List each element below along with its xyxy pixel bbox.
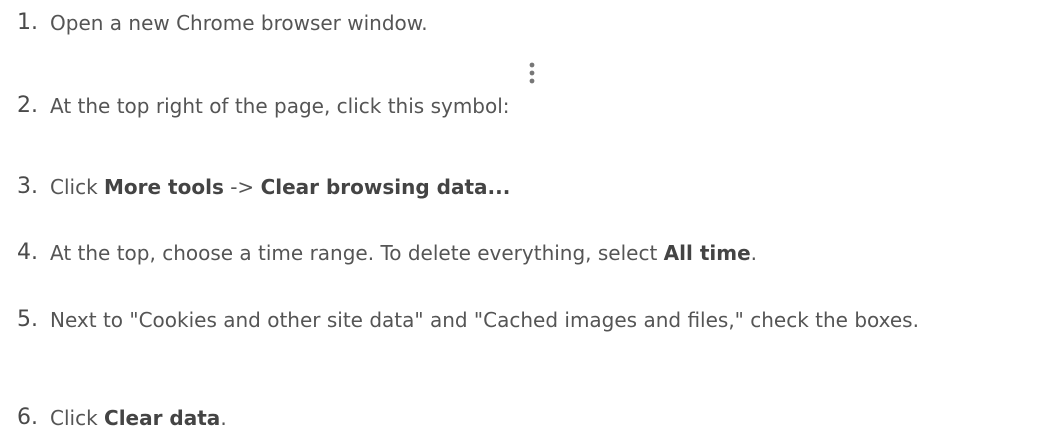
- text-segment: Next to "Cookies and other site data" an…: [50, 308, 919, 332]
- step-text: Open a new Chrome browser window.: [44, 8, 1062, 38]
- text-segment: At the top, choose a time range. To dele…: [50, 241, 664, 265]
- step-text: At the top, choose a time range. To dele…: [44, 238, 1062, 268]
- text-segment: .: [750, 241, 758, 265]
- step-number: 2.: [17, 93, 38, 118]
- step-number: 6.: [17, 405, 38, 430]
- bold-segment: All time: [663, 241, 751, 265]
- text-segment: Click: [50, 175, 105, 199]
- bold-segment: Clear browsing data...: [260, 175, 511, 199]
- text-segment: ->: [223, 175, 261, 199]
- step-2: 2. At the top right of the page, click t…: [0, 62, 1062, 121]
- step-text: Click More tools -> Clear browsing data.…: [44, 172, 1062, 202]
- step-number: 4.: [17, 240, 38, 265]
- step-5: 5. Next to "Cookies and other site data"…: [0, 305, 1062, 338]
- step-text: At the top right of the page, click this…: [44, 62, 1062, 121]
- step-4: 4. At the top, choose a time range. To d…: [0, 238, 1062, 268]
- text-segment: Open a new Chrome browser window.: [50, 11, 428, 35]
- step-number: 1.: [17, 10, 38, 35]
- step-6: 6. Click Clear data.: [0, 403, 1062, 433]
- step-number: 5.: [17, 307, 38, 332]
- text-segment: At the top right of the page, click this…: [50, 94, 510, 118]
- text-segment: Click: [50, 406, 105, 430]
- step-1: 1. Open a new Chrome browser window.: [0, 8, 1062, 38]
- step-number: 3.: [17, 174, 38, 199]
- step-3: 3. Click More tools -> Clear browsing da…: [0, 172, 1062, 202]
- bold-segment: Clear data: [104, 406, 221, 430]
- step-text: Next to "Cookies and other site data" an…: [44, 302, 1062, 338]
- step-text: Click Clear data.: [44, 403, 1062, 433]
- bold-segment: More tools: [104, 175, 224, 199]
- text-segment: .: [220, 406, 227, 430]
- three-dot-menu-icon: [526, 62, 538, 121]
